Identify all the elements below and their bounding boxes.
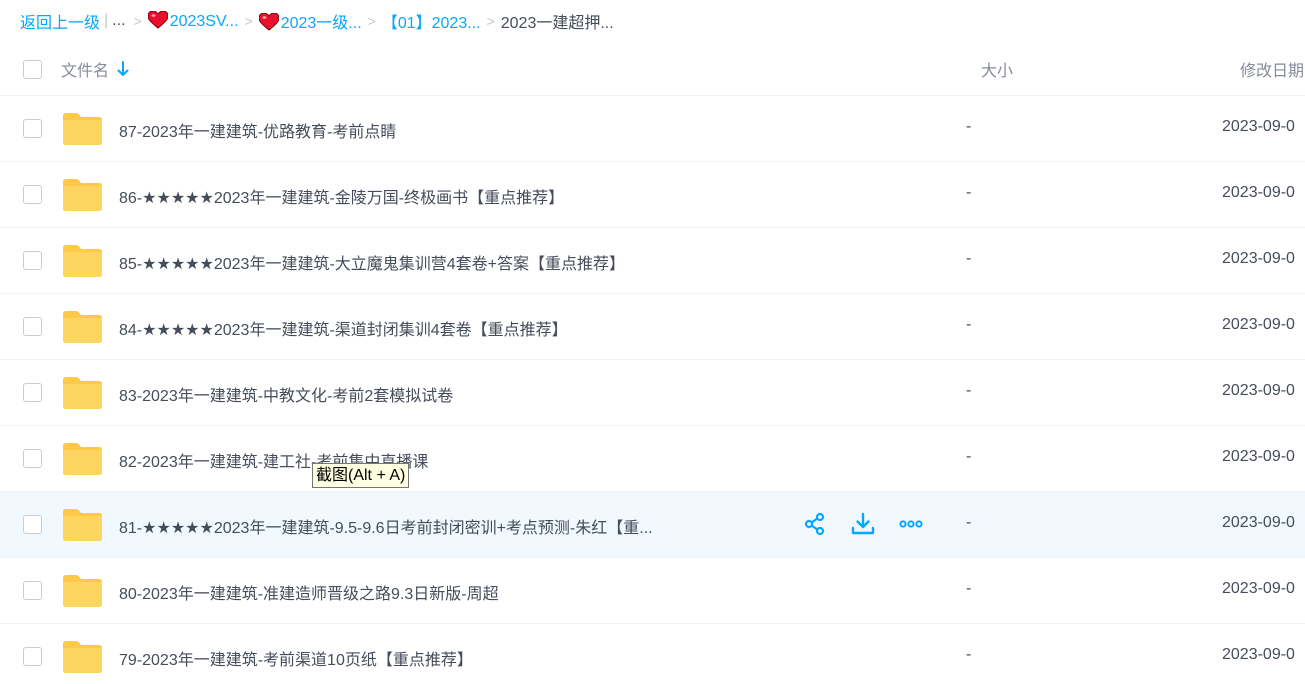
row-checkbox[interactable]	[23, 515, 42, 534]
folder-icon	[63, 377, 102, 409]
folder-icon	[63, 245, 102, 277]
file-date: 2023-09-0	[1222, 382, 1295, 399]
file-date: 2023-09-0	[1222, 646, 1295, 663]
row-checkbox[interactable]	[23, 647, 42, 666]
table-row[interactable]: 85-★★★★★2023年一建建筑-大立魔鬼集训营4套卷+答案【重点推荐】 - …	[0, 228, 1305, 294]
breadcrumb-chevron-icon: >	[133, 13, 142, 29]
folder-icon	[63, 179, 102, 211]
file-size: -	[966, 250, 972, 267]
file-size: -	[966, 316, 972, 333]
breadcrumb: 返回上一级 | ... > 2023SV... > 2023一级... > 【0…	[20, 8, 614, 34]
file-list: 87-2023年一建建筑-优路教育-考前点睛 - 2023-09-0 86-★★…	[0, 96, 1305, 684]
breadcrumb-item-2-label: 2023一级...	[280, 15, 362, 32]
folder-icon	[63, 509, 102, 541]
folder-icon	[63, 443, 102, 475]
file-name[interactable]: 83-2023年一建建筑-中教文化-考前2套模拟试卷	[119, 382, 453, 406]
back-link[interactable]: 返回上一级	[20, 9, 100, 33]
folder-icon	[63, 641, 102, 673]
table-row[interactable]: 79-2023年一建建筑-考前渠道10页纸【重点推荐】 - 2023-09-0	[0, 624, 1305, 684]
download-icon[interactable]	[851, 512, 875, 536]
breadcrumb-item-1[interactable]: 2023SV...	[147, 11, 239, 31]
file-browser: 返回上一级 | ... > 2023SV... > 2023一级... > 【0…	[0, 0, 1305, 684]
file-size: -	[966, 448, 972, 465]
file-date: 2023-09-0	[1222, 580, 1295, 597]
column-header-date[interactable]: 修改日期	[1240, 57, 1304, 81]
row-actions	[803, 512, 923, 536]
file-date: 2023-09-0	[1222, 184, 1295, 201]
file-size: -	[966, 514, 972, 531]
file-size: -	[966, 580, 972, 597]
sort-arrow-down-icon[interactable]	[117, 61, 129, 77]
column-header-name-label: 文件名	[61, 63, 110, 80]
file-date: 2023-09-0	[1222, 514, 1295, 531]
file-list-header: 文件名 大小 修改日期	[0, 46, 1305, 96]
select-all-checkbox[interactable]	[23, 60, 42, 79]
file-size: -	[966, 646, 972, 663]
file-name[interactable]: 79-2023年一建建筑-考前渠道10页纸【重点推荐】	[119, 646, 473, 670]
file-date: 2023-09-0	[1222, 250, 1295, 267]
file-date: 2023-09-0	[1222, 118, 1295, 135]
file-name[interactable]: 86-★★★★★2023年一建建筑-金陵万国-终极画书【重点推荐】	[119, 184, 564, 208]
row-checkbox[interactable]	[23, 581, 42, 600]
table-row[interactable]: 83-2023年一建建筑-中教文化-考前2套模拟试卷 - 2023-09-0	[0, 360, 1305, 426]
file-name[interactable]: 81-★★★★★2023年一建建筑-9.5-9.6日考前封闭密训+考点预测-朱红…	[119, 514, 653, 538]
table-row[interactable]: 87-2023年一建建筑-优路教育-考前点睛 - 2023-09-0	[0, 96, 1305, 162]
row-checkbox[interactable]	[23, 317, 42, 336]
folder-icon	[63, 575, 102, 607]
breadcrumb-ellipsis[interactable]: ...	[112, 12, 125, 30]
table-row[interactable]: 86-★★★★★2023年一建建筑-金陵万国-终极画书【重点推荐】 - 2023…	[0, 162, 1305, 228]
heart-icon	[258, 13, 279, 31]
share-icon[interactable]	[803, 512, 827, 536]
file-size: -	[966, 382, 972, 399]
breadcrumb-item-3[interactable]: 【01】2023...	[382, 9, 481, 33]
table-row[interactable]: 81-★★★★★2023年一建建筑-9.5-9.6日考前封闭密训+考点预测-朱红…	[0, 492, 1305, 558]
folder-icon	[63, 113, 102, 145]
breadcrumb-chevron-icon: >	[367, 13, 376, 29]
file-size: -	[966, 184, 972, 201]
table-row[interactable]: 80-2023年一建建筑-准建造师晋级之路9.3日新版-周超 - 2023-09…	[0, 558, 1305, 624]
breadcrumb-chevron-icon: >	[244, 13, 253, 29]
file-name[interactable]: 84-★★★★★2023年一建建筑-渠道封闭集训4套卷【重点推荐】	[119, 316, 568, 340]
breadcrumb-pipe: |	[104, 12, 109, 29]
folder-icon	[63, 311, 102, 343]
breadcrumb-current: 2023一建超押...	[500, 15, 614, 32]
file-name[interactable]: 80-2023年一建建筑-准建造师晋级之路9.3日新版-周超	[119, 580, 499, 604]
row-checkbox[interactable]	[23, 185, 42, 204]
breadcrumb-chevron-icon: >	[486, 13, 495, 29]
column-header-size[interactable]: 大小	[981, 57, 1013, 81]
row-checkbox[interactable]	[23, 383, 42, 402]
breadcrumb-item-2[interactable]: 2023一级...	[258, 9, 362, 33]
more-options-icon[interactable]	[899, 512, 923, 536]
row-checkbox[interactable]	[23, 119, 42, 138]
row-checkbox[interactable]	[23, 251, 42, 270]
screenshot-tooltip: 截图(Alt + A)	[312, 463, 410, 488]
row-checkbox[interactable]	[23, 449, 42, 468]
table-row[interactable]: 84-★★★★★2023年一建建筑-渠道封闭集训4套卷【重点推荐】 - 2023…	[0, 294, 1305, 360]
file-size: -	[966, 118, 972, 135]
file-date: 2023-09-0	[1222, 448, 1295, 465]
file-name[interactable]: 85-★★★★★2023年一建建筑-大立魔鬼集训营4套卷+答案【重点推荐】	[119, 250, 625, 274]
column-header-name[interactable]: 文件名	[61, 57, 129, 81]
heart-icon	[147, 11, 168, 29]
table-row[interactable]: 82-2023年一建建筑-建工社-考前集中直播课 - 2023-09-0	[0, 426, 1305, 492]
file-date: 2023-09-0	[1222, 316, 1295, 333]
file-name[interactable]: 87-2023年一建建筑-优路教育-考前点睛	[119, 118, 396, 142]
breadcrumb-item-1-label: 2023SV...	[169, 13, 239, 30]
